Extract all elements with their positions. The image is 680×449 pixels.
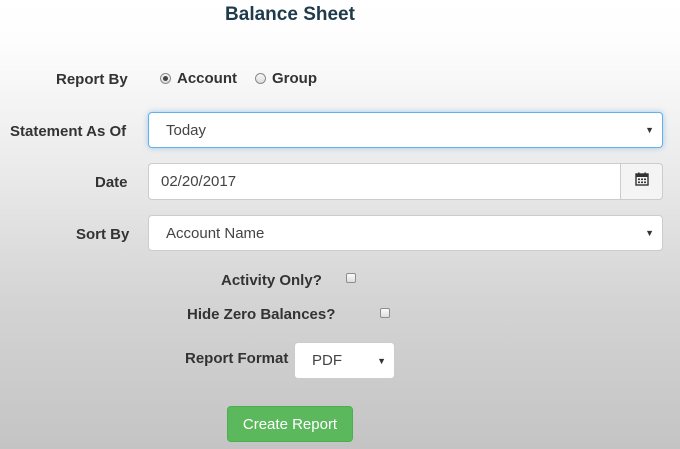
report-by-group-label[interactable]: Group (272, 70, 317, 87)
create-report-button[interactable]: Create Report (227, 406, 353, 442)
report-by-radio-group: Account Group (160, 70, 335, 87)
activity-only-checkbox[interactable] (346, 273, 356, 283)
date-picker-button[interactable] (620, 163, 663, 200)
activity-only-label: Activity Only? (221, 272, 322, 289)
page-title: Balance Sheet (225, 4, 355, 25)
caret-down-icon: ▼ (645, 125, 654, 135)
statement-as-of-value: Today (166, 121, 207, 139)
calendar-icon (634, 172, 649, 191)
date-value: 02/20/2017 (161, 173, 237, 190)
sort-by-select[interactable]: Account Name ▼ (148, 215, 663, 251)
caret-down-icon: ▼ (377, 355, 386, 366)
report-format-label: Report Format (185, 350, 289, 367)
caret-down-icon: ▼ (645, 228, 654, 238)
report-format-value: PDF (312, 352, 342, 369)
sort-by-label: Sort By (76, 226, 130, 243)
sort-by-value: Account Name (166, 224, 265, 242)
hide-zero-balances-label: Hide Zero Balances? (187, 306, 336, 323)
hide-zero-balances-checkbox[interactable] (380, 308, 390, 318)
report-by-group-radio[interactable] (255, 73, 266, 84)
report-by-label: Report By (56, 71, 128, 88)
report-by-account-label[interactable]: Account (177, 70, 237, 87)
statement-as-of-label: Statement As Of (10, 123, 127, 140)
date-input[interactable]: 02/20/2017 (148, 163, 621, 200)
date-label: Date (95, 174, 128, 191)
report-by-account-radio[interactable] (160, 73, 171, 84)
report-format-select[interactable]: PDF ▼ (294, 342, 395, 379)
statement-as-of-select[interactable]: Today ▼ (148, 112, 663, 148)
